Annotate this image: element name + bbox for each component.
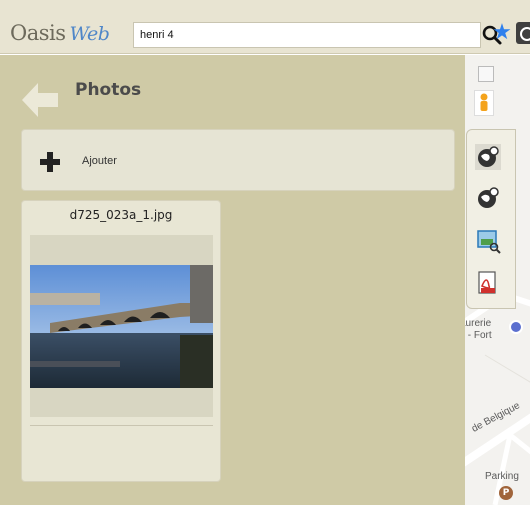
page-title: Photos <box>75 80 142 100</box>
map-toolbar <box>466 129 516 309</box>
star-icon[interactable]: ★ <box>489 20 515 46</box>
photo-thumbnail[interactable] <box>30 265 213 388</box>
logo-main-text: Oasis <box>10 21 66 45</box>
map-label-parking: Parking <box>485 471 519 482</box>
map-toggle-icon[interactable] <box>516 22 530 44</box>
photo-filename: d725_023a_1.jpg <box>69 208 173 222</box>
photo-frame <box>30 235 213 417</box>
card-divider <box>30 425 213 426</box>
zoom-icon[interactable] <box>478 66 494 82</box>
globe-pin-icon[interactable] <box>475 144 501 170</box>
back-arrow-icon[interactable] <box>20 80 60 120</box>
app-logo[interactable]: Oasis Web <box>10 20 110 47</box>
parking-icon[interactable]: P <box>499 486 513 500</box>
photo-card[interactable]: d725_023a_1.jpg <box>21 200 221 482</box>
globe-add-pin-icon[interactable] <box>475 185 501 211</box>
add-photo-button[interactable]: Ajouter <box>21 129 455 191</box>
pdf-export-icon[interactable] <box>475 270 501 296</box>
add-photo-label: Ajouter <box>82 155 117 167</box>
shop-marker-icon[interactable] <box>509 320 523 334</box>
search-input[interactable] <box>133 22 481 48</box>
image-search-icon[interactable] <box>475 228 501 254</box>
app-header: OasisWeb ★ <box>0 0 530 54</box>
photos-panel: Photos Ajouter d725_023a_1.jpg <box>0 55 465 505</box>
plus-icon <box>40 152 60 172</box>
logo-accent-text: Web <box>69 23 110 45</box>
pegman-icon[interactable] <box>474 90 494 116</box>
